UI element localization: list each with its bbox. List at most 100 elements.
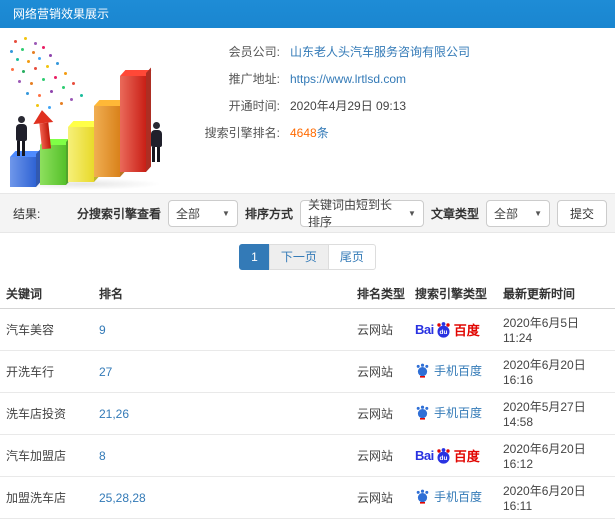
col-header-engine-type: 搜索引擎类型 (411, 280, 499, 309)
page-title: 网络营销效果展示 (13, 7, 110, 21)
page-1-button[interactable]: 1 (239, 243, 270, 270)
info-row-engine-rank: 搜索引擎排名: 4648条 (180, 119, 615, 146)
table-header-row: 关键词 排名 排名类型 搜索引擎类型 最新更新时间 (0, 280, 615, 309)
rank-cell: 25,28,28 (95, 476, 353, 519)
filter-bar: 结果: 分搜索引擎查看 全部 ▼ 排序方式 关键词由短到长排序 ▼ 文章类型 全… (0, 193, 615, 233)
svg-text:du: du (439, 329, 447, 336)
info-row-open-time: 开通时间: 2020年4月29日 09:13 (180, 92, 615, 119)
rank-cell: 27 (95, 350, 353, 393)
illustration-bar-blue (10, 157, 36, 187)
keyword-cell: 加盟洗车店 (0, 476, 95, 519)
sort-select[interactable]: 关键词由短到长排序 ▼ (299, 198, 424, 229)
mobile-baidu-logo: 手机百度 (415, 404, 482, 421)
engine-type-cell: Baidu百度 手机百度 (411, 392, 499, 435)
rank-unit: 条 (316, 126, 329, 140)
marketing-report-page: 网络营销效果展示 会员公司: 山东老人头汽车服务咨询有限公司 推广地址: htt… (0, 0, 615, 520)
engine-view-label: 分搜索引擎查看 (76, 206, 161, 221)
baidu-paw-icon: du (437, 321, 450, 338)
table-row: 汽车加盟店 8 云网站 Baidu百度 手机百度 2020年6月20日 16:1… (0, 434, 615, 477)
mobile-baidu-paw-icon (416, 405, 429, 420)
engine-view-selected: 全部 (175, 206, 200, 221)
member-company-label: 会员公司: (228, 45, 280, 59)
rank-link[interactable]: 8 (99, 449, 106, 463)
update-time-cell: 2020年6月20日 16:12 (499, 434, 615, 477)
last-page-button[interactable]: 尾页 (327, 243, 376, 270)
sort-selected: 关键词由短到长排序 (307, 198, 392, 229)
article-type-selected: 全部 (493, 206, 518, 221)
mobile-baidu-logo: 手机百度 (415, 488, 482, 505)
update-time-cell: 2020年6月20日 16:16 (499, 350, 615, 393)
submit-button[interactable]: 提交 (556, 199, 607, 227)
rank-cell: 21,26 (95, 392, 353, 435)
illustration-bar-green (40, 145, 66, 185)
rank-type-cell: 云网站 (353, 476, 411, 519)
open-time-value: 2020年4月29日 09:13 (290, 99, 407, 113)
bar-chart-illustration (0, 32, 180, 192)
filter-controls: 分搜索引擎查看 全部 ▼ 排序方式 关键词由短到长排序 ▼ 文章类型 全部 ▼ … (76, 198, 607, 229)
table-row: 汽车美容 9 云网站 Baidu百度 手机百度 2020年6月5日 11:24 (0, 308, 615, 351)
info-row-promo: 推广地址: https://www.lrtlsd.com (180, 65, 615, 92)
member-company-link[interactable]: 山东老人头汽车服务咨询有限公司 (290, 43, 470, 60)
pagination: 1 下一页 尾页 (239, 243, 376, 270)
update-time-cell: 2020年6月5日 11:24 (499, 308, 615, 351)
result-label: 结果: (13, 206, 41, 221)
info-row-member: 会员公司: 山东老人头汽车服务咨询有限公司 (180, 38, 615, 65)
rank-link[interactable]: 21,26 (99, 407, 129, 421)
rank-count: 4648 (290, 126, 317, 140)
keyword-cell: 洗车店投资 (0, 392, 95, 435)
promo-url-label: 推广地址: (228, 72, 280, 86)
engine-type-cell: Baidu百度 手机百度 (411, 308, 499, 351)
keyword-ranking-table: 关键词 排名 排名类型 搜索引擎类型 最新更新时间 汽车美容 9 云网站 Bai… (0, 280, 615, 520)
title-bar: 网络营销效果展示 (0, 0, 615, 28)
rank-type-cell: 云网站 (353, 308, 411, 351)
member-info-panel: 会员公司: 山东老人头汽车服务咨询有限公司 推广地址: https://www.… (180, 28, 615, 193)
engine-view-select[interactable]: 全部 ▼ (167, 199, 238, 227)
keyword-cell: 汽车加盟店 (0, 434, 95, 477)
engine-type-cell: Baidu百度 手机百度 (411, 434, 499, 477)
rank-type-cell: 云网站 (353, 434, 411, 477)
businessman-figure-right (148, 122, 164, 162)
article-type-label: 文章类型 (430, 206, 479, 221)
confetti-dots (8, 36, 11, 39)
chevron-down-icon: ▼ (534, 208, 542, 218)
rank-type-cell: 云网站 (353, 350, 411, 393)
baidu-logo: Bai du 百度 (415, 321, 480, 338)
mobile-baidu-logo: 手机百度 (415, 362, 482, 379)
illustration-bar-red (120, 76, 146, 172)
engine-type-cell: Baidu百度 手机百度 (411, 350, 499, 393)
rank-link[interactable]: 27 (99, 365, 112, 379)
article-type-select[interactable]: 全部 ▼ (485, 199, 550, 227)
chevron-down-icon: ▼ (222, 208, 230, 218)
svg-text:du: du (439, 455, 447, 462)
sort-label: 排序方式 (244, 206, 293, 221)
keyword-cell: 开洗车行 (0, 350, 95, 393)
col-header-rank-type: 排名类型 (353, 280, 411, 309)
rank-cell: 9 (95, 308, 353, 351)
rank-link[interactable]: 25,28,28 (99, 491, 146, 505)
col-header-rank: 排名 (95, 280, 353, 309)
mobile-baidu-paw-icon (416, 489, 429, 504)
update-time-cell: 2020年6月20日 16:11 (499, 476, 615, 519)
table-row: 开洗车行 27 云网站 Baidu百度 手机百度 2020年6月20日 16:1… (0, 350, 615, 393)
rank-link[interactable]: 9 (99, 323, 106, 337)
illustration-bar-yellow (68, 127, 94, 182)
next-page-button[interactable]: 下一页 (268, 243, 329, 270)
engine-rank-value: 4648条 (290, 124, 329, 141)
baidu-logo: Bai du 百度 (415, 447, 480, 464)
update-time-cell: 2020年5月27日 14:58 (499, 392, 615, 435)
engine-type-cell: Baidu百度 手机百度 (411, 476, 499, 519)
up-arrow-icon (32, 109, 56, 150)
businessman-figure-left (13, 116, 29, 156)
engine-rank-label: 搜索引擎排名: (204, 126, 280, 140)
col-header-update-time: 最新更新时间 (499, 280, 615, 309)
table-row: 洗车店投资 21,26 云网站 Baidu百度 手机百度 2020年5月27日 … (0, 392, 615, 435)
keyword-cell: 汽车美容 (0, 308, 95, 351)
open-time-label: 开通时间: (228, 99, 280, 113)
table-row: 加盟洗车店 25,28,28 云网站 Baidu百度 手机百度 2020年6月2… (0, 476, 615, 519)
chevron-down-icon: ▼ (408, 208, 416, 218)
rank-cell: 8 (95, 434, 353, 477)
rank-type-cell: 云网站 (353, 392, 411, 435)
illustration-bar-orange (94, 106, 120, 177)
promo-url-link[interactable]: https://www.lrtlsd.com (290, 72, 406, 86)
pagination-area: 1 下一页 尾页 (0, 233, 615, 280)
